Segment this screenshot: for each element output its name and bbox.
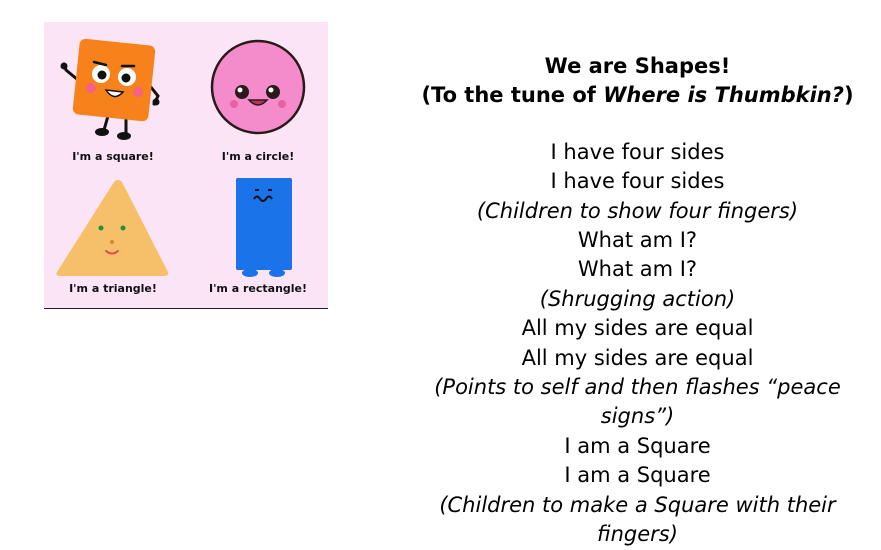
song-action-line: (Children to show four fingers)	[476, 198, 799, 223]
circle-character-icon	[210, 39, 306, 135]
song-lyric-line: What am I?	[577, 228, 698, 253]
song-action-line: (Points to self and then flashes “peace …	[434, 375, 841, 429]
song-lyric-line: All my sides are equal	[521, 345, 754, 370]
triangle-caption: I'm a triangle!	[69, 282, 157, 295]
song-lyric-line: I have four sides	[550, 139, 725, 164]
rectangle-character-icon	[236, 178, 292, 277]
shapes-drawing	[56, 38, 306, 277]
song-lyric-line: What am I?	[577, 257, 698, 282]
song-action-line: (Shrugging action)	[539, 286, 736, 311]
song-subtitle: (To the tune of Where is Thumbkin?)	[400, 81, 875, 110]
circle-caption: I'm a circle!	[221, 150, 295, 163]
rectangle-caption: I'm a rectangle!	[208, 282, 308, 295]
shapes-illustration: I'm a square! I'm a circle! I'm a triang…	[44, 22, 328, 309]
song-lyric-line: I have four sides	[550, 169, 725, 194]
song-lyric-line: All my sides are equal	[521, 316, 754, 341]
song-title: We are Shapes!	[544, 54, 731, 78]
subtitle-suffix: )	[843, 83, 854, 108]
subtitle-tune: Where is Thumbkin?	[603, 83, 844, 108]
song-lines: I have four sides I have four sides (Child…	[400, 138, 875, 550]
subtitle-prefix: (To the tune of	[421, 83, 604, 108]
triangle-character-icon	[56, 180, 169, 276]
song-action-line: (Children to make a Square with their fi…	[439, 492, 836, 547]
song-lyric-line: I am a Square	[564, 463, 711, 488]
square-character-icon	[60, 38, 160, 140]
square-caption: I'm a square!	[72, 150, 154, 163]
song-text: We are Shapes! (To the tune of Where is …	[400, 52, 875, 550]
song-lyric-line: I am a Square	[564, 433, 711, 458]
